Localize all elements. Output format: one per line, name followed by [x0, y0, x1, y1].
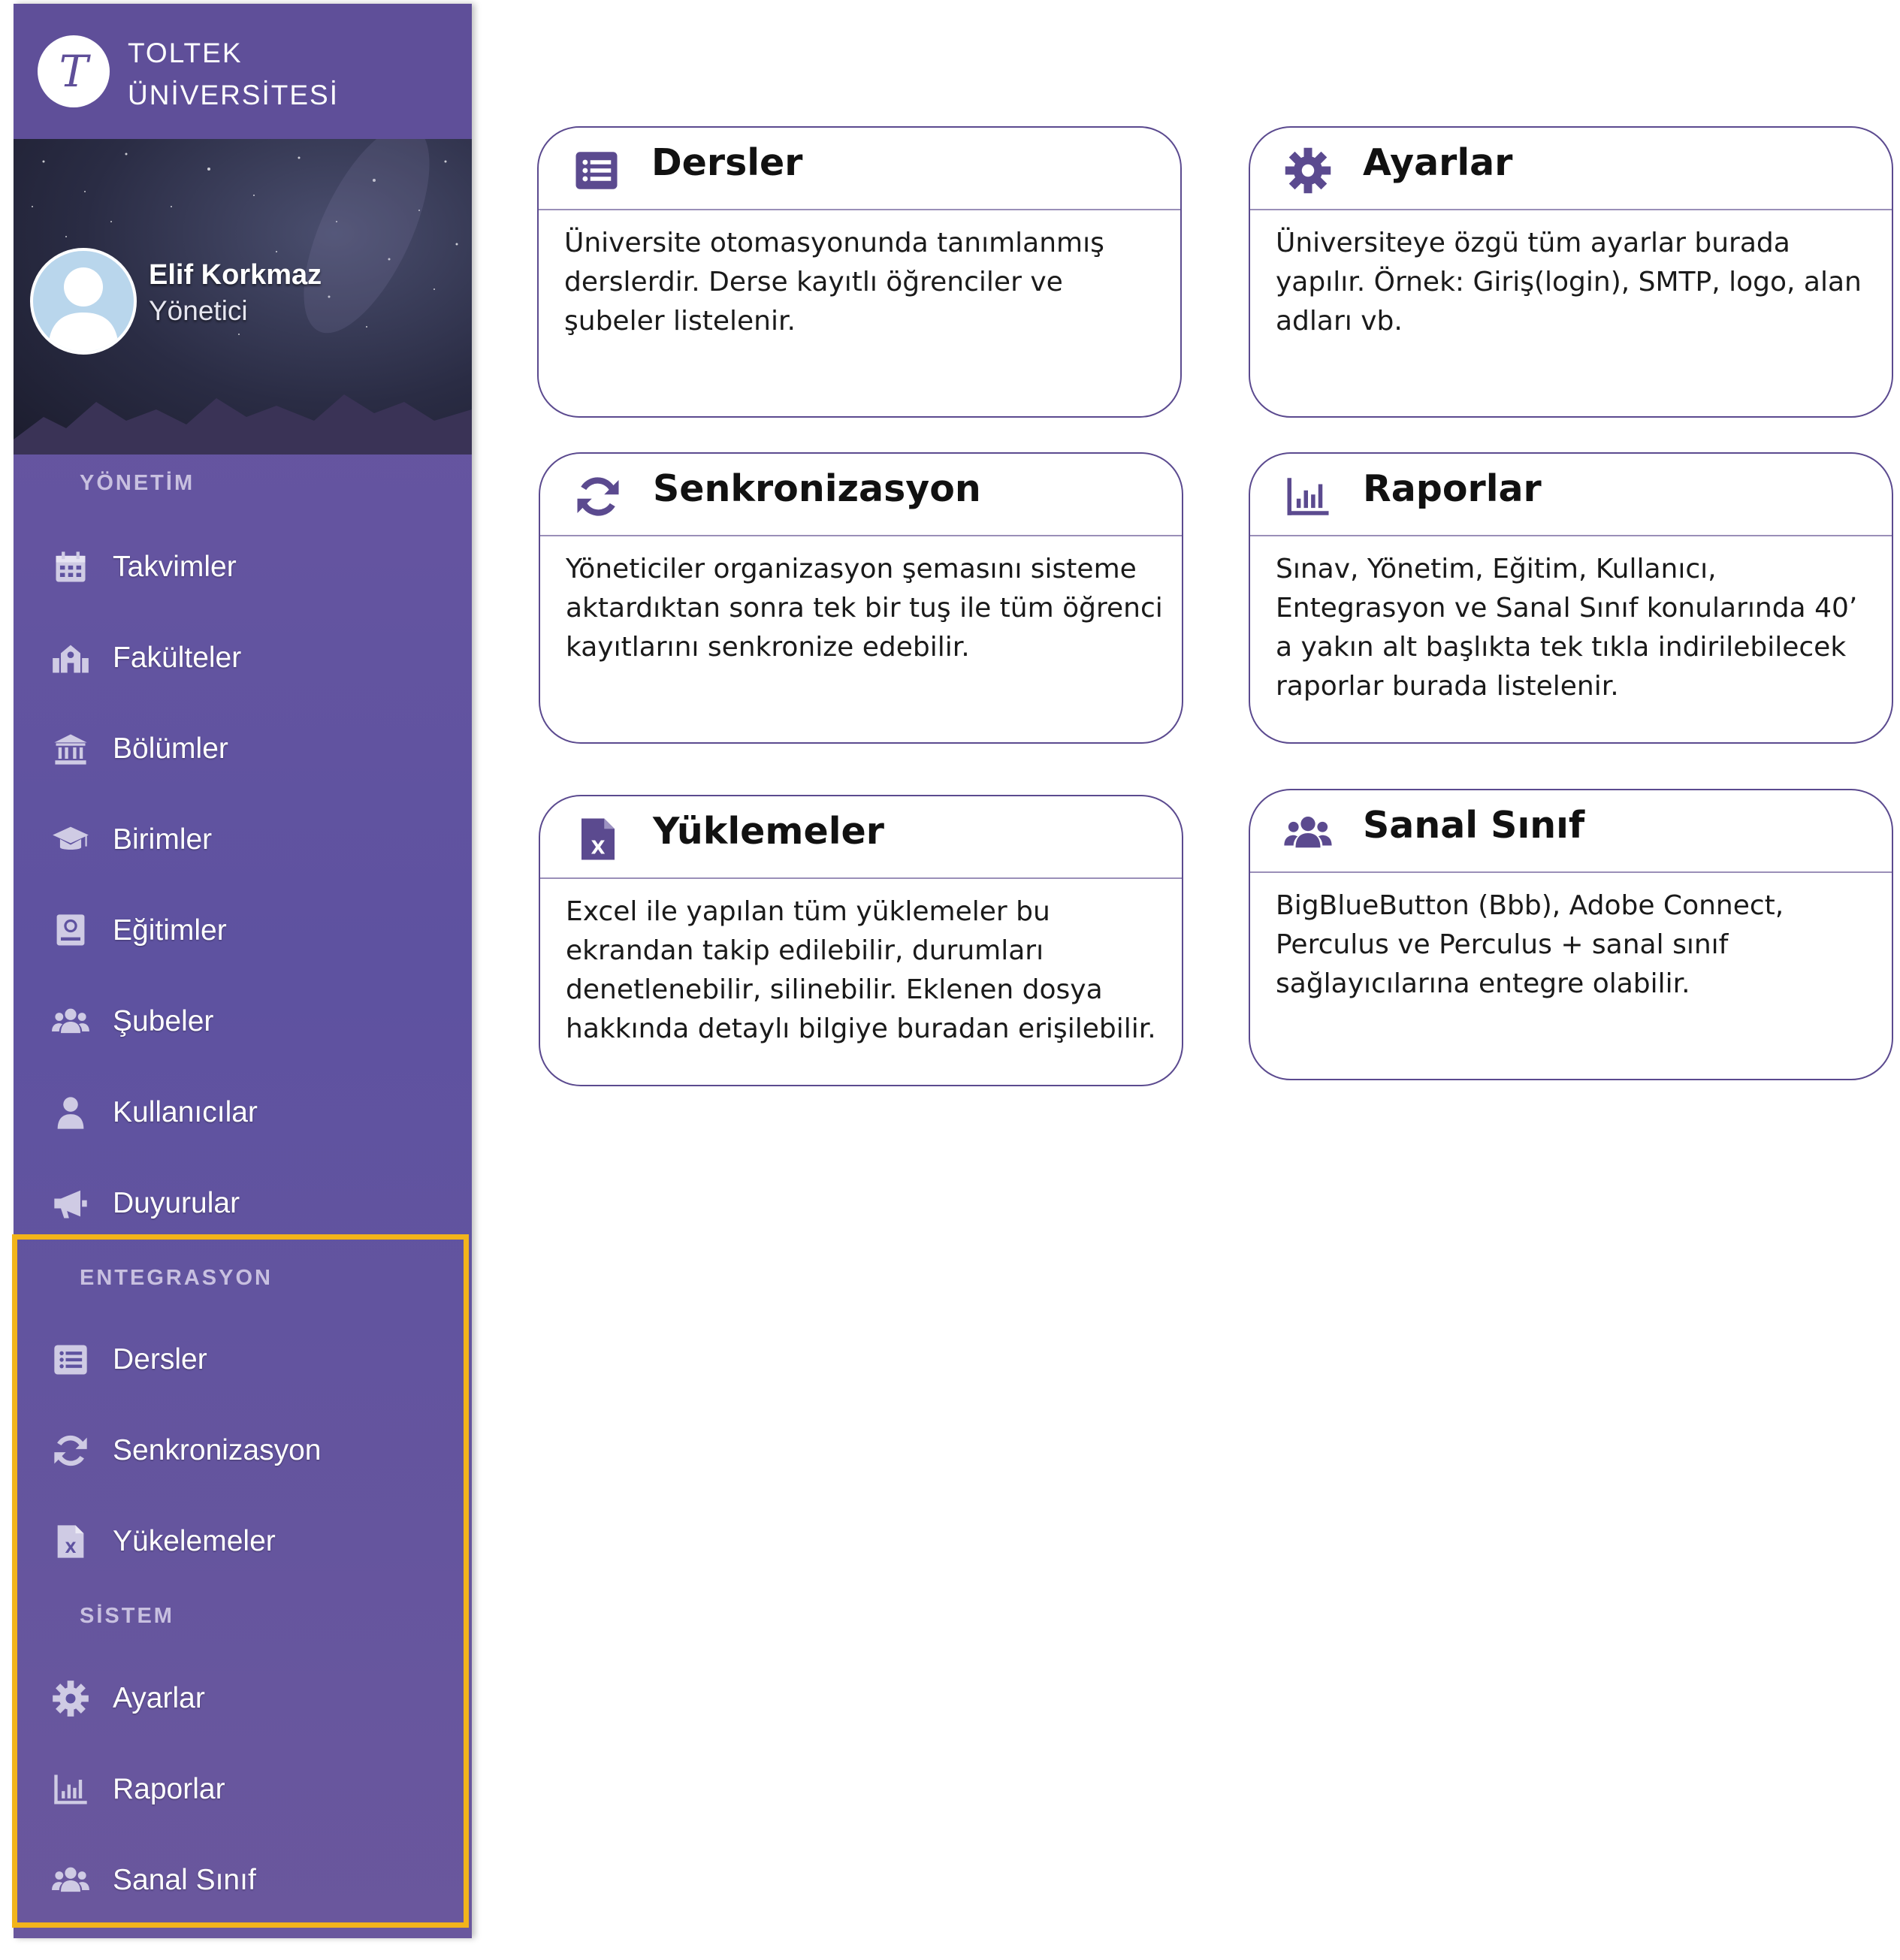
svg-text:X: X [591, 836, 605, 858]
logo-letter: T [59, 46, 89, 97]
sidebar-item-label: Duyurular [113, 1187, 240, 1219]
list-icon [569, 144, 624, 197]
sidebar-item-label: Sanal Sınıf [113, 1864, 256, 1896]
section-title-system: SİSTEM [80, 1604, 174, 1628]
sidebar-item-ayarlar[interactable]: Ayarlar [14, 1661, 472, 1736]
sidebar-item-subeler[interactable]: Şubeler [14, 984, 472, 1059]
sidebar-item-duyurular[interactable]: Duyurular [14, 1166, 472, 1241]
sidebar-item-raporlar[interactable]: Raporlar [14, 1752, 472, 1827]
user-profile: Elif Korkmaz Yönetici [14, 139, 472, 455]
card-dersler: Dersler Üniversite otomasyonunda tanımla… [537, 126, 1182, 418]
brand-line2: ÜNİVERSİTESİ [128, 80, 339, 110]
sidebar-item-label: Fakülteler [113, 642, 242, 674]
card-header: X Yüklemeler [540, 796, 1182, 879]
users-icon [50, 1001, 92, 1043]
university-logo: T [38, 35, 110, 107]
sidebar-item-kullanicilar[interactable]: Kullanıcılar [14, 1075, 472, 1150]
sidebar-item-label: Şubeler [113, 1005, 214, 1037]
sidebar-item-label: Takvimler [113, 551, 237, 583]
sidebar-item-label: Senkronizasyon [113, 1434, 322, 1466]
brand-line1: TOLTEK [128, 38, 243, 68]
sidebar-item-label: Eğitimler [113, 914, 227, 947]
list-icon [50, 1339, 92, 1381]
sidebar-item-sanal-sinif[interactable]: Sanal Sınıf [14, 1843, 472, 1918]
faculty-icon [50, 637, 92, 679]
gear-icon [50, 1678, 92, 1720]
card-header: Dersler [539, 128, 1180, 210]
card-title: Senkronizasyon [653, 467, 981, 510]
sidebar-item-label: Raporlar [113, 1773, 225, 1805]
user-icon [50, 1092, 92, 1134]
card-raporlar: Raporlar Sınav, Yönetim, Eğitim, Kullanı… [1249, 452, 1893, 744]
card-description: BigBlueButton (Bbb), Adobe Connect, Perc… [1276, 890, 1784, 999]
sidebar-item-label: Bölümler [113, 732, 228, 765]
section-title-integration: ENTEGRASYON [80, 1266, 273, 1290]
sidebar-item-senkronizasyon[interactable]: Senkronizasyon [14, 1413, 472, 1488]
user-silhouette-icon [48, 267, 119, 352]
card-senkronizasyon: Senkronizasyon Yöneticiler organizasyon … [539, 452, 1183, 744]
sidebar-item-takvimler[interactable]: Takvimler [14, 530, 472, 605]
card-header: Sanal Sınıf [1250, 790, 1892, 873]
mountain-silhouette [14, 394, 472, 455]
calendar-icon [50, 546, 92, 588]
brand-name: TOLTEK ÜNİVERSİTESİ [128, 32, 339, 116]
card-sanal-sinif: Sanal Sınıf BigBlueButton (Bbb), Adobe C… [1249, 789, 1893, 1080]
megaphone-icon [50, 1182, 92, 1225]
card-description: Sınav, Yönetim, Eğitim, Kullanıcı, Enteg… [1276, 554, 1858, 702]
excel-file-icon: X [570, 813, 626, 865]
sidebar-item-dersler[interactable]: Dersler [14, 1322, 472, 1397]
users-icon [50, 1859, 92, 1901]
user-avatar[interactable] [30, 248, 137, 355]
card-title: Sanal Sınıf [1363, 804, 1585, 847]
user-role: Yönetici [149, 295, 248, 326]
excel-file-icon: X [50, 1521, 92, 1563]
card-description: Excel ile yapılan tüm yüklemeler bu ekra… [566, 896, 1156, 1044]
card-yuklemeler: X Yüklemeler Excel ile yapılan tüm yükle… [539, 795, 1183, 1086]
card-title: Yüklemeler [653, 810, 884, 853]
card-header: Ayarlar [1250, 128, 1892, 210]
users-icon [1280, 807, 1336, 859]
section-title-management: YÖNETİM [80, 471, 195, 495]
sidebar-item-birimler[interactable]: Birimler [14, 802, 472, 877]
card-ayarlar: Ayarlar Üniversiteye özgü tüm ayarlar bu… [1249, 126, 1893, 418]
card-description: Üniversite otomasyonunda tanımlanmış der… [564, 228, 1104, 337]
sidebar-item-label: Kullanıcılar [113, 1096, 258, 1128]
card-title: Dersler [651, 141, 803, 184]
card-title: Ayarlar [1363, 141, 1513, 184]
university-icon [50, 728, 92, 770]
card-description: Üniversiteye özgü tüm ayarlar burada yap… [1276, 228, 1862, 337]
gear-icon [1280, 144, 1336, 197]
bar-chart-icon [1280, 470, 1336, 523]
sidebar-item-label: Birimler [113, 823, 213, 856]
sidebar: T TOLTEK ÜNİVERSİTESİ Elif Korkmaz Yönet… [14, 4, 472, 1938]
sidebar-item-label: Yükelemeler [113, 1525, 276, 1557]
sync-icon [50, 1430, 92, 1472]
sidebar-item-fakulteler[interactable]: Fakülteler [14, 621, 472, 696]
card-header: Raporlar [1250, 454, 1892, 536]
sidebar-item-yukelemeler[interactable]: X Yükelemeler [14, 1504, 472, 1579]
training-icon [50, 910, 92, 952]
card-description: Yöneticiler organizasyon şemasını sistem… [566, 554, 1163, 663]
sidebar-item-label: Dersler [113, 1343, 207, 1376]
bar-chart-icon [50, 1768, 92, 1811]
card-header: Senkronizasyon [540, 454, 1182, 536]
svg-text:X: X [65, 1539, 76, 1557]
graduation-cap-icon [50, 819, 92, 861]
sidebar-item-egitimler[interactable]: Eğitimler [14, 893, 472, 968]
sidebar-item-bolumler[interactable]: Bölümler [14, 711, 472, 787]
brand-header[interactable]: T TOLTEK ÜNİVERSİTESİ [14, 4, 472, 139]
user-name: Elif Korkmaz [149, 259, 322, 291]
sync-icon [570, 470, 626, 523]
sidebar-item-label: Ayarlar [113, 1682, 205, 1714]
card-title: Raporlar [1363, 467, 1542, 510]
